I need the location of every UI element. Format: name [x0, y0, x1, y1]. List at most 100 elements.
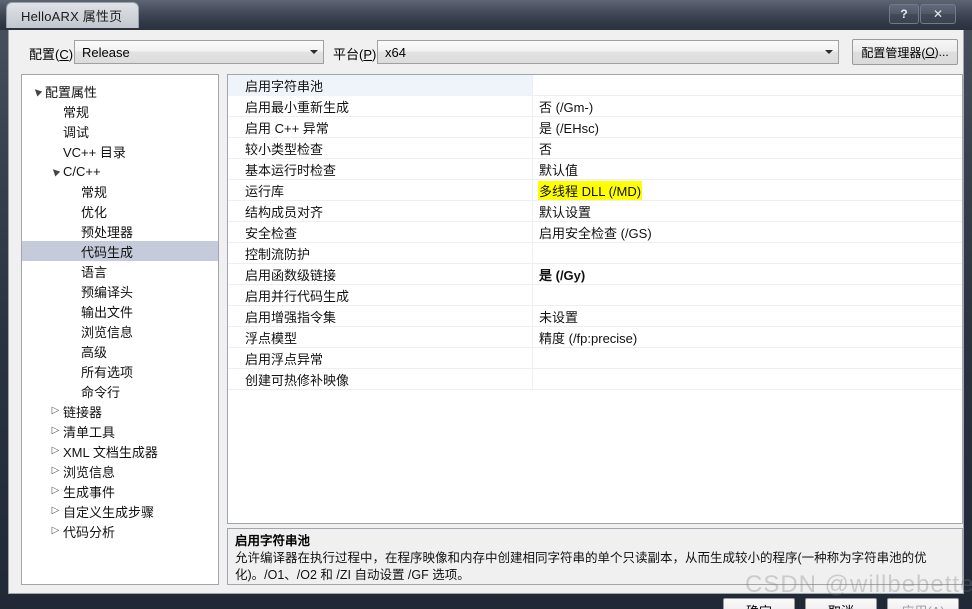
property-name: 启用增强指令集	[228, 305, 533, 327]
property-row[interactable]: 启用函数级链接是 (/Gy)	[228, 263, 962, 285]
property-value-text: 默认设置	[539, 204, 592, 220]
tree-item[interactable]: 常规	[22, 101, 218, 121]
tree-item-label: 代码生成	[81, 244, 134, 260]
tree-item[interactable]: ▷ 链接器	[22, 401, 218, 421]
description-body: 允许编译器在执行过程中，在程序映像和内存中创建相同字符串的单个只读副本，从而生成…	[235, 551, 927, 582]
tree-item[interactable]: ▷ 代码分析	[22, 521, 218, 541]
property-value[interactable]: 是 (/EHsc)	[533, 117, 962, 138]
tree-item-label: 生成事件	[63, 484, 116, 500]
property-value-text: 精度 (/fp:precise)	[539, 330, 638, 346]
property-row[interactable]: 浮点模型 精度 (/fp:precise)	[228, 326, 962, 348]
close-icon[interactable]: ✕	[920, 4, 956, 24]
tree-item-label: 代码分析	[63, 524, 116, 540]
chevron-collapsed-icon[interactable]: ▷	[48, 466, 63, 476]
chevron-expanded-icon[interactable]: ◀	[30, 85, 45, 97]
tree-item-label: 命令行	[81, 384, 121, 400]
chevron-collapsed-icon[interactable]: ▷	[48, 446, 63, 456]
property-name: 安全检查	[228, 221, 533, 243]
property-row[interactable]: 创建可热修补映像	[228, 368, 962, 390]
tree-item-label: 常规	[81, 184, 108, 200]
chevron-collapsed-icon[interactable]: ▷	[48, 506, 63, 516]
property-value[interactable]: 否 (/Gm-)	[533, 96, 962, 117]
property-value[interactable]	[533, 369, 962, 390]
help-icon[interactable]: ?	[889, 4, 919, 24]
tree-item[interactable]: 预处理器	[22, 221, 218, 241]
property-value[interactable]: 启用安全检查 (/GS)	[533, 222, 962, 243]
tree-item-label: 预编译头	[81, 284, 134, 300]
chevron-collapsed-icon[interactable]: ▷	[48, 486, 63, 496]
tree-item[interactable]: ◀ C/C++	[22, 161, 218, 181]
tree-item[interactable]: ▷ 生成事件	[22, 481, 218, 501]
tree-item-label: 浏览信息	[63, 464, 116, 480]
tree-item-label: 语言	[81, 264, 108, 280]
chevron-down-icon	[819, 41, 838, 63]
tree-item[interactable]: 高级	[22, 341, 218, 361]
tree-item[interactable]: ▷ 清单工具	[22, 421, 218, 441]
property-tree[interactable]: ◀ 配置属性 常规 调试 VC++ 目录 ◀ C/C++ 常规 优化 预处理器 代码生成 语言 预编译头…	[21, 74, 219, 585]
tree-item-label: 自定义生成步骤	[63, 504, 155, 520]
tree-item[interactable]: 代码生成	[22, 241, 218, 261]
tree-item[interactable]: VC++ 目录	[22, 141, 218, 161]
property-value[interactable]	[533, 75, 962, 96]
property-row[interactable]: 启用增强指令集 未设置	[228, 305, 962, 327]
property-row[interactable]: 运行库 多线程 DLL (/MD)	[228, 179, 962, 201]
property-value[interactable]: 默认值	[533, 159, 962, 180]
property-value[interactable]: 未设置	[533, 306, 962, 327]
cancel-button[interactable]: 取消	[805, 598, 877, 609]
configuration-value: Release	[82, 44, 130, 60]
property-value-text: 默认值	[539, 162, 579, 178]
property-row[interactable]: 启用并行代码生成	[228, 284, 962, 306]
tree-item-label: 预处理器	[81, 224, 134, 240]
property-name: 启用最小重新生成	[228, 95, 533, 117]
property-row[interactable]: 启用浮点异常	[228, 347, 962, 369]
property-row[interactable]: 启用 C++ 异常是 (/EHsc)	[228, 116, 962, 138]
chevron-expanded-icon[interactable]: ◀	[48, 165, 63, 177]
platform-value: x64	[385, 44, 406, 60]
configuration-select[interactable]: Release	[74, 40, 324, 64]
property-value[interactable]	[533, 243, 962, 264]
tree-item-label: 浏览信息	[81, 324, 134, 340]
tree-item[interactable]: 所有选项	[22, 361, 218, 381]
property-row[interactable]: 启用字符串池	[228, 75, 962, 96]
property-grid[interactable]: 启用字符串池 启用最小重新生成否 (/Gm-) 启用 C++ 异常是 (/EHsc)…	[227, 74, 963, 524]
tree-item[interactable]: ▷ 浏览信息	[22, 461, 218, 481]
tree-item[interactable]: 输出文件	[22, 301, 218, 321]
tree-item-label: 所有选项	[81, 364, 134, 380]
property-value[interactable]: 精度 (/fp:precise)	[533, 327, 962, 348]
platform-select[interactable]: x64	[377, 40, 839, 64]
platform-label: 平台(P):	[333, 47, 380, 62]
property-row[interactable]: 较小类型检查否	[228, 137, 962, 159]
tree-item[interactable]: 语言	[22, 261, 218, 281]
chevron-collapsed-icon[interactable]: ▷	[48, 526, 63, 536]
tree-item[interactable]: 调试	[22, 121, 218, 141]
configuration-manager-button[interactable]: 配置管理器(O)...	[852, 39, 958, 65]
tree-item[interactable]: ▷ 自定义生成步骤	[22, 501, 218, 521]
tree-item-label: 高级	[81, 344, 108, 360]
property-row[interactable]: 启用最小重新生成否 (/Gm-)	[228, 95, 962, 117]
chevron-collapsed-icon[interactable]: ▷	[48, 406, 63, 416]
description-title: 启用字符串池	[235, 534, 311, 548]
property-row[interactable]: 控制流防护	[228, 242, 962, 264]
tree-item[interactable]: 预编译头	[22, 281, 218, 301]
title-bar: HelloARX 属性页 ? ✕	[0, 0, 972, 30]
property-name: 运行库	[228, 179, 533, 201]
tree-item[interactable]: 浏览信息	[22, 321, 218, 341]
tree-item[interactable]: ◀ 配置属性	[22, 81, 218, 101]
tree-item[interactable]: 命令行	[22, 381, 218, 401]
tree-item-label: 优化	[81, 204, 108, 220]
property-value[interactable]	[533, 285, 962, 306]
property-row[interactable]: 基本运行时检查 默认值	[228, 158, 962, 180]
tree-item[interactable]: 优化	[22, 201, 218, 221]
chevron-collapsed-icon[interactable]: ▷	[48, 426, 63, 436]
tree-item[interactable]: ▷ XML 文档生成器	[22, 441, 218, 461]
property-value[interactable]: 默认设置	[533, 201, 962, 222]
property-value-text: 未设置	[539, 309, 579, 325]
property-row[interactable]: 安全检查 启用安全检查 (/GS)	[228, 221, 962, 243]
ok-button[interactable]: 确定	[723, 598, 795, 609]
property-row[interactable]: 结构成员对齐 默认设置	[228, 200, 962, 222]
property-value[interactable]	[533, 348, 962, 369]
property-value[interactable]: 否	[533, 138, 962, 159]
property-value[interactable]: 多线程 DLL (/MD)	[533, 180, 962, 201]
property-value[interactable]: 是 (/Gy)	[533, 264, 962, 285]
tree-item[interactable]: 常规	[22, 181, 218, 201]
